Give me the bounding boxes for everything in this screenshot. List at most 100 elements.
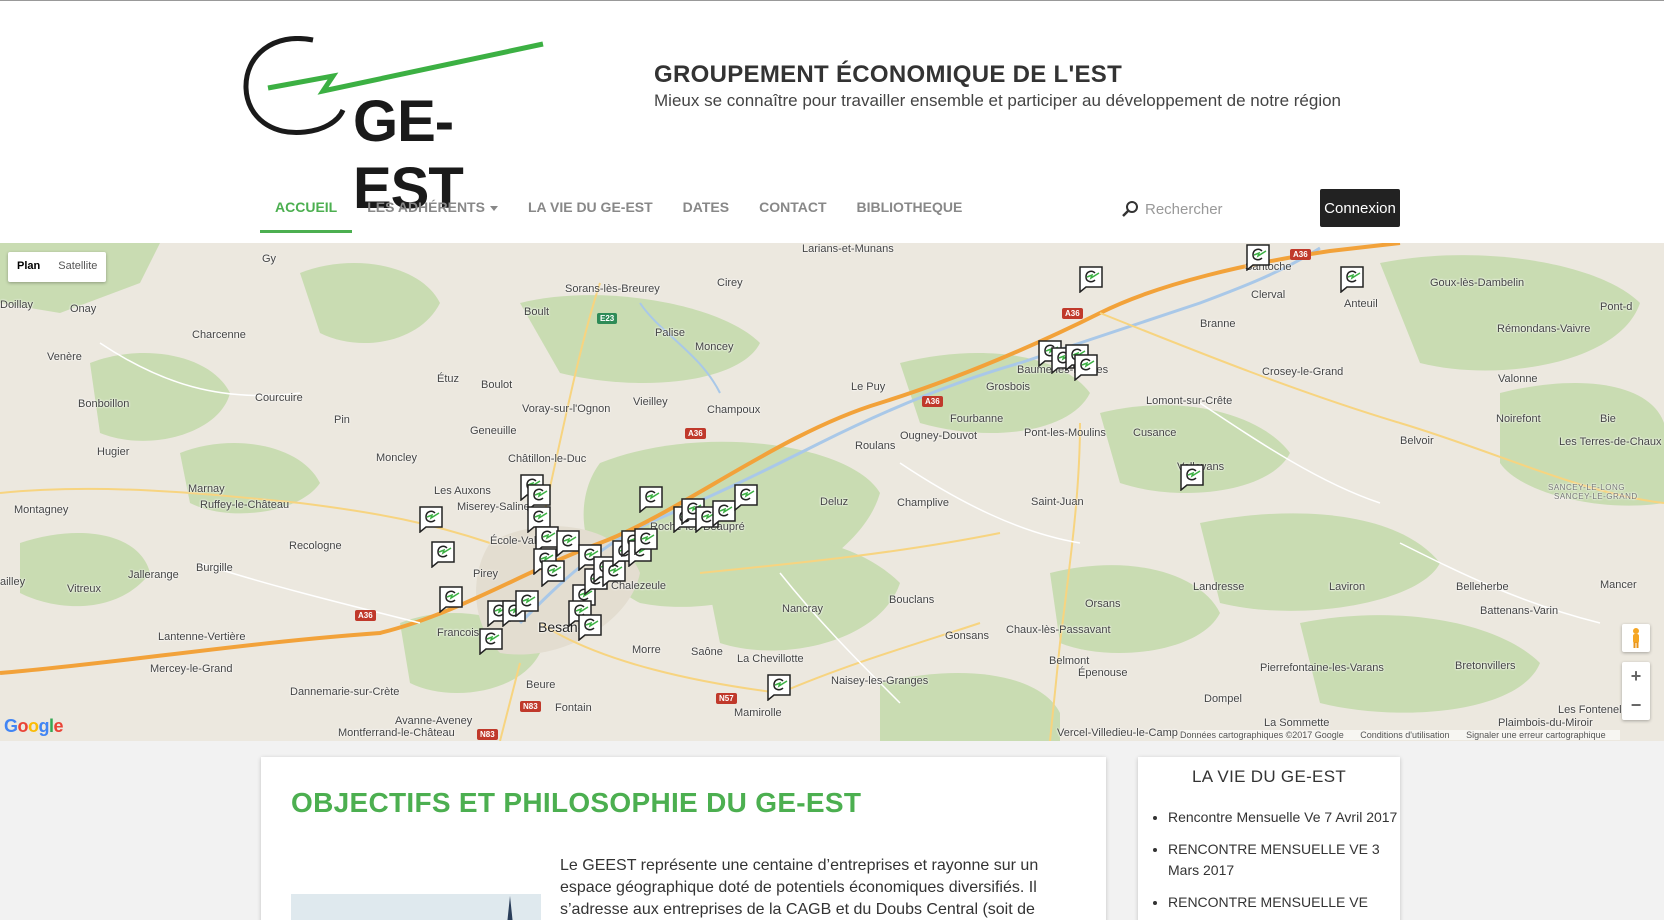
map-place-label: Marnay	[188, 483, 225, 495]
map-place-label: Rémondans-Vaivre	[1497, 323, 1591, 335]
members-map[interactable]: Plan Satellite Gy Onay Venère Bonboillon Hug…	[0, 243, 1664, 741]
member-marker-icon[interactable]	[638, 485, 664, 513]
map-place-label: Larians-et-Munans	[802, 243, 894, 255]
member-marker-icon[interactable]	[766, 673, 792, 701]
map-place-label: Ougney-Douvot	[900, 430, 978, 442]
member-marker-icon[interactable]	[430, 540, 456, 568]
nav-item-accueil[interactable]: ACCUEIL	[260, 189, 353, 233]
nav-item-dates[interactable]: DATES	[668, 189, 744, 233]
news-item[interactable]: Rencontre Mensuelle Ve 7 Avril 2017	[1168, 807, 1400, 828]
member-marker-icon[interactable]	[438, 585, 464, 613]
map-place-label: Vieilley	[633, 396, 668, 408]
news-item[interactable]: RENCONTRE MENSUELLE VE 3 Mars 2017	[1168, 839, 1400, 881]
map-place-label: Pont-les-Moulins	[1024, 427, 1106, 439]
map-place-label: Mercey-le-Grand	[150, 663, 233, 675]
google-logo: Google	[4, 716, 64, 736]
map-place-label: Mancer	[1600, 579, 1637, 591]
member-marker-icon[interactable]	[418, 505, 444, 533]
map-place-label: Crosey-le-Grand	[1262, 366, 1344, 378]
member-marker-icon[interactable]	[514, 589, 540, 617]
map-place-label: Jallerange	[128, 569, 179, 581]
map-place-label: Pirey	[473, 568, 499, 580]
map-type-satellite[interactable]: Satellite	[49, 252, 106, 282]
login-button[interactable]: Connexion	[1320, 189, 1400, 227]
map-place-label: Vercel-Villedieu-le-Camp	[1057, 727, 1178, 739]
nav-item-adherents[interactable]: LES ADHÉRENTS	[352, 189, 513, 233]
map-terms-link[interactable]: Conditions d'utilisation	[1360, 730, 1449, 740]
map-place-label: Montagney	[14, 504, 69, 516]
sidebar-title: LA VIE DU GE-EST	[1191, 767, 1347, 786]
article-image	[291, 894, 541, 920]
map-place-label: Montferrand-le-Château	[338, 727, 455, 739]
caret-down-icon	[489, 205, 498, 211]
map-road-shield: A36	[1062, 308, 1083, 319]
news-list: Rencontre Mensuelle Ve 7 Avril 2017 RENC…	[1138, 807, 1400, 913]
map-road-shield: A36	[685, 428, 706, 439]
map-place-label: Bie	[1600, 413, 1616, 425]
map-place-label: Roulans	[855, 440, 896, 452]
map-place-label: Grosbois	[986, 381, 1031, 393]
map-place-label: Fontain	[555, 702, 592, 714]
map-place-label: Champoux	[707, 404, 761, 416]
map-place-label: Chaux-lès-Passavant	[1006, 624, 1111, 636]
member-marker-icon[interactable]	[633, 527, 659, 555]
map-place-label: Beure	[526, 679, 556, 691]
search-input[interactable]	[1145, 200, 1305, 218]
member-marker-icon[interactable]	[1078, 265, 1104, 293]
map-report-link[interactable]: Signaler une erreur cartographique	[1466, 730, 1606, 740]
street-view-pegman[interactable]	[1622, 624, 1650, 652]
site-tagline: Mieux se connaître pour travailler ensem…	[654, 91, 1342, 110]
member-marker-icon[interactable]	[577, 613, 603, 641]
member-marker-icon[interactable]	[478, 627, 504, 655]
map-road-shield: E23	[597, 313, 618, 324]
map-place-label: Pont-d	[1600, 301, 1633, 313]
map-place-label: Francois	[437, 627, 480, 639]
nav-item-contact[interactable]: CONTACT	[744, 189, 841, 233]
map-place-label: Bonboillon	[78, 398, 130, 410]
map-place-label: Orsans	[1085, 598, 1121, 610]
map-place-label: Châtillon-le-Duc	[508, 453, 587, 465]
ge-est-logo[interactable]: GE-EST	[243, 36, 548, 221]
member-marker-icon[interactable]	[1179, 463, 1205, 491]
nav-item-vie-du-ge-est[interactable]: LA VIE DU GE-EST	[513, 189, 668, 233]
map-place-label: Deluz	[820, 496, 849, 508]
map-place-label: Naisey-les-Granges	[831, 675, 929, 687]
map-type-plan[interactable]: Plan	[8, 252, 49, 282]
map-place-label: Palise	[655, 327, 685, 339]
map-place-label: Battenans-Varin	[1480, 605, 1559, 617]
map-road-shield: N83	[477, 729, 498, 740]
search-icon	[1122, 201, 1138, 217]
map-place-label: Saône	[691, 646, 723, 658]
cathedral-image-icon	[507, 896, 513, 920]
map-place-label: Miserey-Salines	[457, 501, 536, 513]
member-marker-icon[interactable]	[1245, 243, 1271, 271]
map-place-label: Geneuille	[470, 425, 517, 437]
map-place-label: Plaimbois-du-Miroir	[1498, 717, 1593, 729]
map-place-label: Belleherbe	[1456, 581, 1509, 593]
member-marker-icon[interactable]	[733, 483, 759, 511]
nav-item-bibliotheque[interactable]: BIBLIOTHEQUE	[842, 189, 978, 233]
map-place-label: Boulot	[481, 379, 513, 391]
zoom-out-button[interactable]: −	[1622, 691, 1650, 720]
map-place-label: Les Auxons	[434, 485, 491, 497]
map-road-shield: A36	[355, 610, 376, 621]
site-header: GE-EST GROUPEMENT ÉCONOMIQUE DE L'EST Mi…	[0, 0, 1664, 243]
map-place-label: Cusance	[1133, 427, 1177, 439]
article-title: OBJECTIFS ET PHILOSOPHIE DU GE-EST	[291, 787, 862, 818]
map-road-shield: N57	[716, 693, 737, 704]
map-data-credit: Données cartographiques ©2017 Google	[1180, 730, 1344, 740]
map-place-label: Courcuire	[255, 392, 303, 404]
map-place-label: Mamirolle	[734, 707, 782, 719]
member-marker-icon[interactable]	[1339, 265, 1365, 293]
map-road-shield: A36	[1290, 249, 1311, 260]
member-marker-icon[interactable]	[540, 559, 566, 587]
nav-label: ACCUEIL	[275, 199, 338, 215]
map-place-label: Landresse	[1193, 581, 1245, 593]
member-marker-icon[interactable]	[1073, 353, 1099, 381]
map-place-label: Avanne-Aveney	[395, 715, 473, 727]
map-place-label: Charcenne	[192, 329, 246, 341]
news-item[interactable]: RENCONTRE MENSUELLE VE	[1168, 892, 1400, 913]
map-place-label: Bretonvillers	[1455, 660, 1516, 672]
site-title: GROUPEMENT ÉCONOMIQUE DE L'EST	[654, 61, 1123, 88]
zoom-in-button[interactable]: +	[1622, 662, 1650, 691]
